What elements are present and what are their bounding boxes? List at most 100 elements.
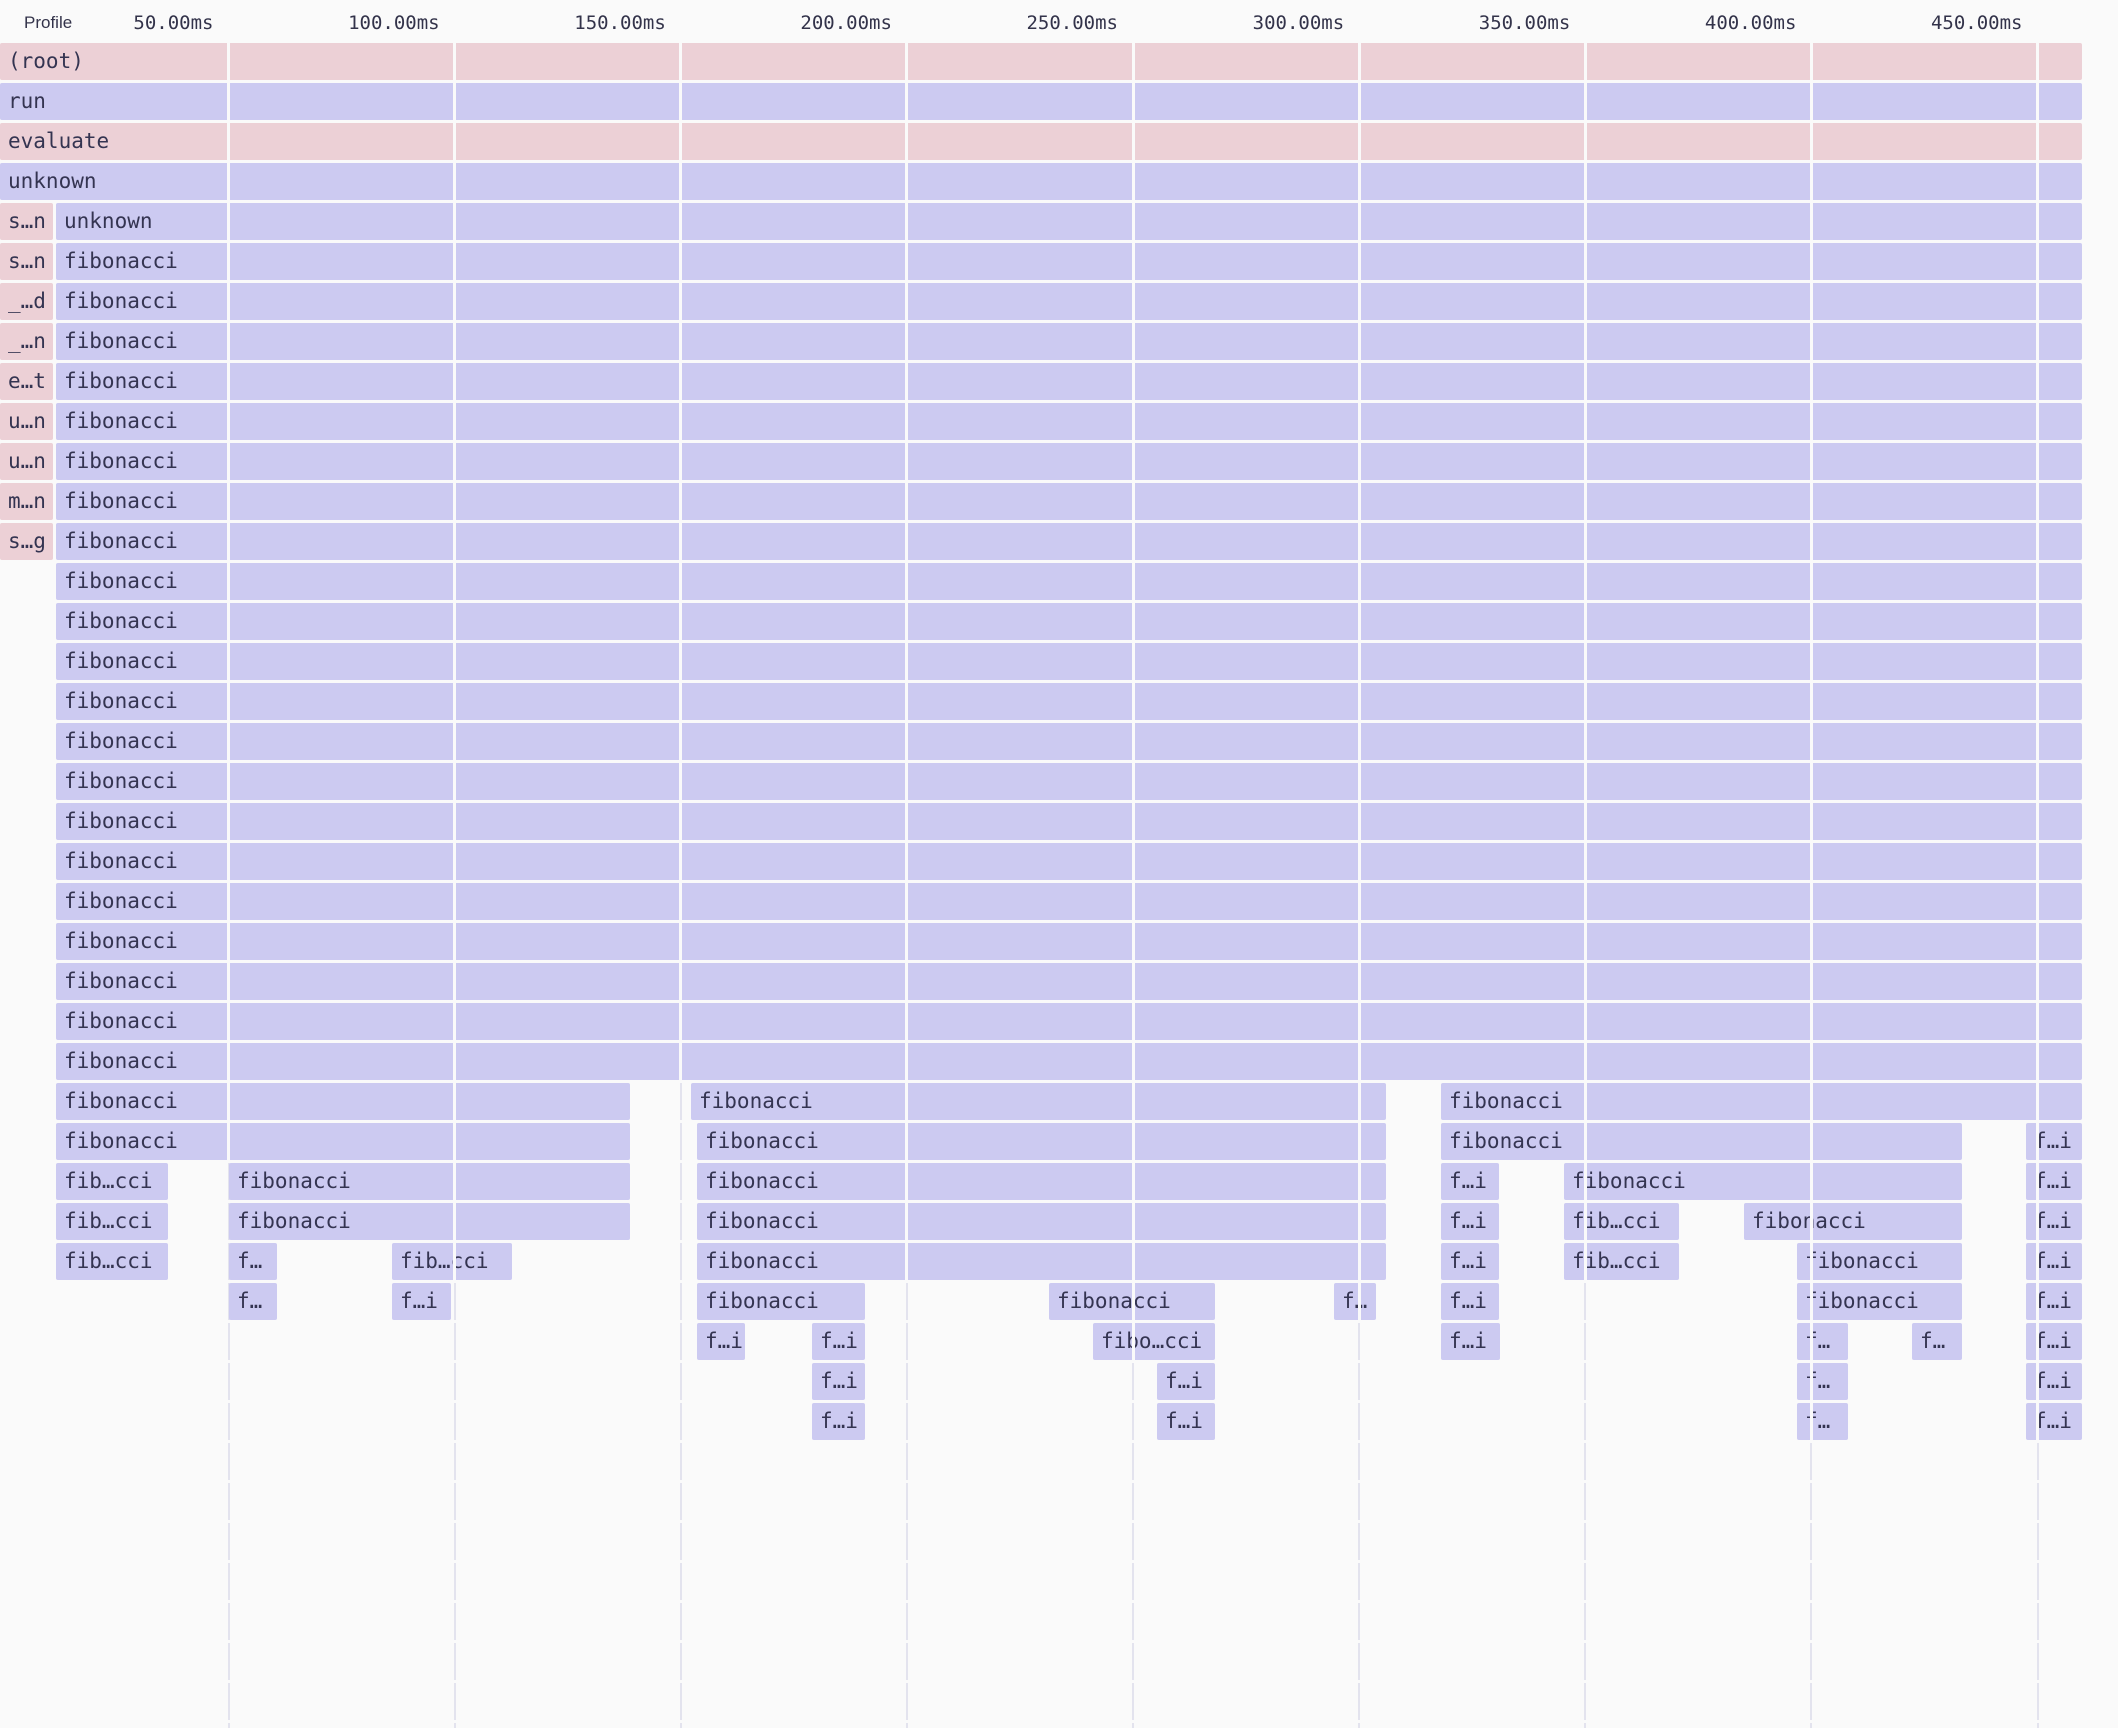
- flame-box[interactable]: fib…cci: [56, 1163, 168, 1200]
- flame-box[interactable]: fibonacci: [56, 323, 2082, 360]
- flame-box[interactable]: fibonacci: [56, 563, 2082, 600]
- flame-box[interactable]: fibonacci: [56, 683, 2082, 720]
- gridline-hairline: [453, 203, 456, 240]
- flame-box[interactable]: fibonacci: [697, 1243, 1386, 1280]
- flame-box[interactable]: fibonacci: [1441, 1083, 2082, 1120]
- flame-box[interactable]: fibonacci: [1049, 1283, 1215, 1320]
- flame-box[interactable]: f…i: [2026, 1283, 2082, 1320]
- flame-box[interactable]: fibonacci: [229, 1203, 630, 1240]
- flame-box[interactable]: f…i: [1441, 1203, 1499, 1240]
- flame-box[interactable]: evaluate: [0, 123, 2082, 160]
- axis-tick-label: 250.00ms: [898, 0, 1118, 43]
- gridline-hairline: [1810, 1043, 1813, 1080]
- flame-box[interactable]: f…i: [2026, 1403, 2082, 1440]
- flame-box[interactable]: fibonacci: [691, 1083, 1386, 1120]
- flame-box[interactable]: run: [0, 83, 2082, 120]
- flame-box[interactable]: f…i: [2026, 1323, 2082, 1360]
- flame-box[interactable]: fib…cci: [392, 1243, 512, 1280]
- flame-box[interactable]: fibonacci: [56, 403, 2082, 440]
- flame-box[interactable]: fibonacci: [56, 883, 2082, 920]
- flame-box[interactable]: fibonacci: [56, 283, 2082, 320]
- flame-box[interactable]: fib…cci: [56, 1203, 168, 1240]
- flame-box[interactable]: unknown: [0, 163, 2082, 200]
- flame-box[interactable]: fibonacci: [1744, 1203, 1962, 1240]
- flame-box[interactable]: f…i: [812, 1323, 865, 1360]
- flame-box[interactable]: u…n: [0, 443, 53, 480]
- gridline-hairline: [905, 443, 908, 480]
- flame-box[interactable]: fibonacci: [56, 523, 2082, 560]
- gridline-hairline: [1810, 1203, 1813, 1240]
- flame-box[interactable]: s…g: [0, 523, 53, 560]
- gridline-hairline: [1810, 843, 1813, 880]
- flame-box[interactable]: fib…cci: [1564, 1203, 1679, 1240]
- flame-box[interactable]: f…i: [2026, 1163, 2082, 1200]
- flame-box[interactable]: f…i: [2026, 1363, 2082, 1400]
- flame-box[interactable]: fibonacci: [56, 483, 2082, 520]
- flame-box[interactable]: (root): [0, 43, 2082, 80]
- flame-box[interactable]: fibonacci: [56, 443, 2082, 480]
- flame-box[interactable]: f…i: [812, 1403, 865, 1440]
- gridline-hairline: [453, 883, 456, 920]
- flame-box[interactable]: f…: [1797, 1363, 1848, 1400]
- flame-box[interactable]: s…n: [0, 203, 53, 240]
- flame-box[interactable]: f…i: [392, 1283, 451, 1320]
- flame-box[interactable]: s…n: [0, 243, 53, 280]
- flame-box[interactable]: f…i: [2026, 1123, 2082, 1160]
- flame-box[interactable]: f…i: [2026, 1243, 2082, 1280]
- flame-box[interactable]: f…: [1797, 1403, 1848, 1440]
- flame-box[interactable]: fibonacci: [56, 723, 2082, 760]
- flame-box[interactable]: fibonacci: [229, 1163, 630, 1200]
- flame-box[interactable]: fibonacci: [1797, 1283, 1962, 1320]
- flame-box[interactable]: f…: [1334, 1283, 1376, 1320]
- flame-box[interactable]: fibonacci: [56, 843, 2082, 880]
- flame-box[interactable]: _…n: [0, 323, 53, 360]
- gridline-hairline: [679, 563, 682, 600]
- flame-box[interactable]: fibonacci: [56, 603, 2082, 640]
- flame-box[interactable]: fibonacci: [56, 1003, 2082, 1040]
- flame-box[interactable]: fibonacci: [697, 1283, 865, 1320]
- flame-box[interactable]: fibonacci: [56, 1083, 630, 1120]
- flame-box[interactable]: fibonacci: [1441, 1123, 1962, 1160]
- flame-box[interactable]: fibonacci: [56, 763, 2082, 800]
- flame-box[interactable]: f…i: [697, 1323, 745, 1360]
- flame-box[interactable]: f…: [1912, 1323, 1962, 1360]
- flame-box[interactable]: f…i: [1157, 1403, 1215, 1440]
- flame-box[interactable]: f…i: [1441, 1323, 1500, 1360]
- gridline-hairline: [905, 243, 908, 280]
- flame-box[interactable]: f…i: [2026, 1203, 2082, 1240]
- flame-box[interactable]: fibonacci: [56, 963, 2082, 1000]
- flame-box[interactable]: fibonacci: [1564, 1163, 1962, 1200]
- flame-box[interactable]: fibonacci: [56, 1123, 630, 1160]
- flame-box[interactable]: m…n: [0, 483, 53, 520]
- flame-box[interactable]: f…: [229, 1243, 277, 1280]
- flame-box[interactable]: fibonacci: [56, 363, 2082, 400]
- flame-box[interactable]: unknown: [56, 203, 2082, 240]
- flame-box[interactable]: f…: [229, 1283, 277, 1320]
- flame-box[interactable]: fibonacci: [697, 1163, 1386, 1200]
- flame-box[interactable]: f…i: [1157, 1363, 1215, 1400]
- flame-box[interactable]: fib…cci: [56, 1243, 168, 1280]
- flame-box[interactable]: fibonacci: [56, 243, 2082, 280]
- flame-box[interactable]: f…i: [1441, 1283, 1499, 1320]
- flame-box[interactable]: fibonacci: [697, 1203, 1386, 1240]
- flame-graph[interactable]: (root)runevaluateunknowns…nunknowns…nfib…: [0, 0, 2118, 1728]
- flame-box[interactable]: f…i: [1441, 1243, 1499, 1280]
- flame-box[interactable]: fibonacci: [56, 643, 2082, 680]
- flame-box[interactable]: fibonacci: [56, 923, 2082, 960]
- flame-box[interactable]: fibonacci: [1797, 1243, 1962, 1280]
- flame-box[interactable]: fibonacci: [697, 1123, 1386, 1160]
- flame-box[interactable]: fibonacci: [56, 803, 2082, 840]
- flame-box[interactable]: _…d: [0, 283, 53, 320]
- flame-box[interactable]: e…t: [0, 363, 53, 400]
- gridline-hairline: [905, 163, 908, 200]
- gridline-hairline: [453, 603, 456, 640]
- flame-box[interactable]: u…n: [0, 403, 53, 440]
- gridline-hairline: [1132, 603, 1135, 640]
- flame-box[interactable]: fibo…cci: [1093, 1323, 1215, 1360]
- flame-box[interactable]: fib…cci: [1564, 1243, 1679, 1280]
- flame-box[interactable]: f…i: [1441, 1163, 1499, 1200]
- flame-box[interactable]: fibonacci: [56, 1043, 2082, 1080]
- flame-box[interactable]: f…: [1797, 1323, 1848, 1360]
- flame-box[interactable]: f…i: [812, 1363, 865, 1400]
- gridline-hairline: [227, 83, 230, 120]
